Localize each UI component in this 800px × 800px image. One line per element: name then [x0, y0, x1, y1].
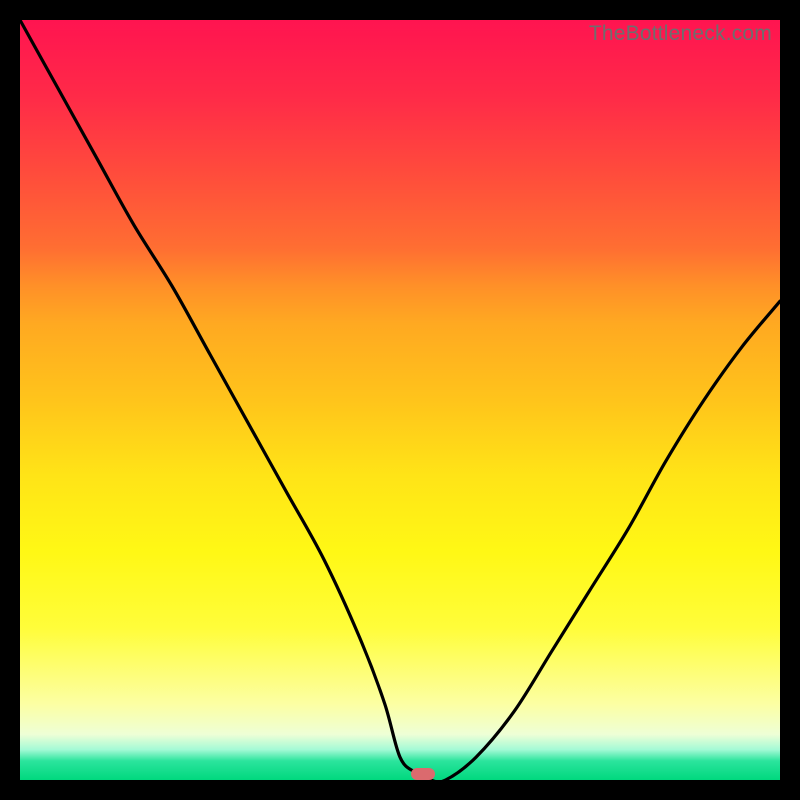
plot-area: TheBottleneck.com: [20, 20, 780, 780]
bottleneck-curve: [20, 20, 780, 780]
curve-path: [20, 20, 780, 782]
chart-frame: TheBottleneck.com: [0, 0, 800, 800]
optimum-marker: [411, 768, 435, 780]
watermark-text: TheBottleneck.com: [589, 22, 772, 46]
